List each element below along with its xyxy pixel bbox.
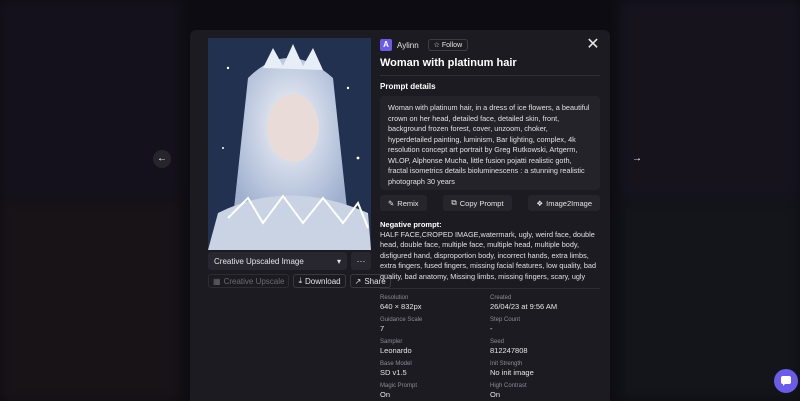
meta-magic-prompt: Magic Prompt On — [380, 383, 490, 399]
meta-value: 7 — [380, 324, 385, 333]
generated-image[interactable] — [208, 38, 371, 250]
follow-label: Follow — [441, 42, 463, 49]
chat-support-button[interactable] — [774, 369, 798, 393]
meta-label: Guidance Scale — [380, 317, 423, 323]
meta-label: Created — [490, 295, 512, 301]
meta-label: Step Count — [490, 317, 521, 323]
meta-init-strength: Init Strength No init image — [490, 361, 600, 377]
prompt-text: Woman with platinum hair, in a dress of … — [380, 96, 600, 190]
meta-guidance-scale: Guidance Scale 7 — [380, 317, 490, 333]
arrow-right-icon: → — [632, 153, 642, 164]
meta-created: Created 26/04/23 at 9:56 AM — [490, 295, 600, 311]
download-label: Download — [305, 276, 341, 286]
chat-icon — [781, 376, 791, 386]
negative-prompt-text: HALF FACE,CROPED IMAGE,watermark, ugly, … — [380, 230, 597, 281]
meta-value: 640 × 832px — [380, 302, 422, 311]
meta-resolution: Resolution 640 × 832px — [380, 295, 490, 311]
meta-label: Sampler — [380, 339, 403, 345]
meta-value[interactable]: 812247808 — [490, 346, 600, 355]
portrait-illustration — [208, 38, 371, 250]
meta-label: Init Strength — [490, 361, 523, 367]
more-options-button[interactable]: ··· — [351, 252, 371, 270]
image-variant-value: Creative Upscaled Image — [214, 256, 304, 266]
meta-value: On — [490, 390, 501, 399]
author-name[interactable]: Aylinn — [397, 41, 419, 50]
share-icon: ↗ — [354, 276, 362, 286]
meta-value: No init image — [490, 368, 534, 377]
metadata-grid: Resolution 640 × 832px Created 26/04/23 … — [380, 295, 600, 399]
upscale-icon: ▦ — [213, 276, 221, 286]
meta-label: Resolution — [380, 295, 409, 301]
copy-prompt-label: Copy Prompt — [459, 198, 504, 208]
divider — [380, 75, 600, 76]
arrow-left-icon: ← — [157, 153, 167, 164]
image-detail-modal: ✕ Creative Upscaled Image ▾ ··· ▦ Creati… — [190, 30, 610, 401]
creative-upscale-button[interactable]: ▦ Creative Upscale — [208, 274, 290, 288]
previous-image-button[interactable]: ← — [153, 150, 171, 168]
prompt-details-label: Prompt details — [380, 82, 436, 91]
download-icon: ⤓ — [298, 276, 303, 285]
creative-upscale-label: Creative Upscale — [223, 276, 285, 286]
meta-label: Magic Prompt — [380, 383, 418, 389]
image-actions: ▦ Creative Upscale ⤓ Download ↗ Share — [208, 274, 391, 288]
author-row: A Aylinn ☆ Follow — [380, 38, 600, 52]
next-image-button[interactable]: → — [628, 150, 646, 168]
meta-high-contrast: High Contrast On — [490, 383, 600, 399]
image2image-button[interactable]: ❖ Image2Image — [528, 195, 600, 211]
meta-value: 26/04/23 at 9:56 AM — [490, 302, 558, 311]
meta-value: - — [490, 324, 493, 333]
image-variant-row: Creative Upscaled Image ▾ ··· — [208, 252, 371, 270]
meta-label: Base Model — [380, 361, 412, 367]
meta-label: Seed — [490, 339, 505, 345]
remix-icon: ✎ — [388, 198, 395, 208]
meta-value: On — [380, 390, 391, 399]
meta-value: SD v1.5 — [380, 368, 407, 377]
copy-icon: ⧉ — [451, 198, 457, 207]
meta-base-model: Base Model SD v1.5 — [380, 361, 490, 377]
negative-prompt-label: Negative prompt: — [380, 220, 442, 229]
remix-label: Remix — [397, 198, 419, 208]
meta-seed: Seed 812247808 — [490, 339, 600, 355]
page-title: Woman with platinum hair — [380, 57, 517, 69]
divider — [380, 288, 600, 289]
prompt-actions: ✎ Remix ⧉ Copy Prompt ❖ Image2Image — [380, 195, 600, 211]
avatar[interactable]: A — [380, 39, 392, 51]
star-icon: ☆ — [433, 42, 440, 49]
chevron-down-icon: ▾ — [336, 256, 341, 266]
details-panel: A Aylinn ☆ Follow Woman with platinum ha… — [380, 38, 600, 399]
image2image-label: Image2Image — [546, 198, 592, 208]
image2image-icon: ❖ — [536, 198, 544, 208]
follow-button[interactable]: ☆ Follow — [427, 39, 469, 51]
meta-label: High Contrast — [490, 383, 527, 389]
meta-value: Leonardo — [380, 346, 412, 355]
meta-sampler: Sampler Leonardo — [380, 339, 490, 355]
download-button[interactable]: ⤓ Download — [293, 274, 346, 288]
copy-prompt-button[interactable]: ⧉ Copy Prompt — [443, 195, 512, 211]
image-variant-dropdown[interactable]: Creative Upscaled Image ▾ — [208, 252, 347, 270]
meta-step-count: Step Count - — [490, 317, 600, 333]
remix-button[interactable]: ✎ Remix — [380, 195, 427, 211]
